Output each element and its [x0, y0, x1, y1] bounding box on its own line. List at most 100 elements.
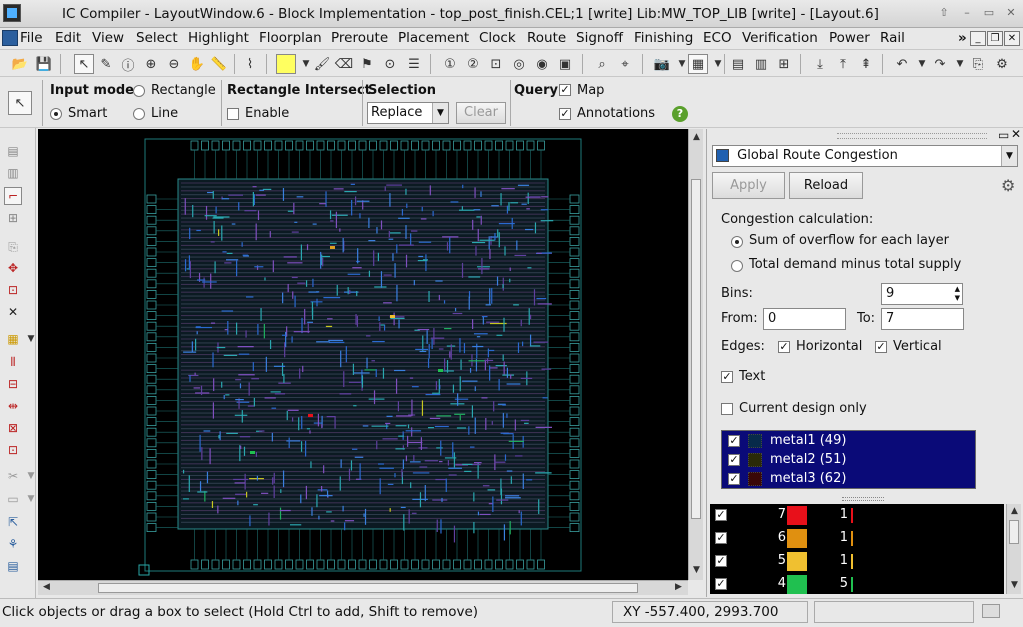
menu-verification[interactable]: Verification	[742, 30, 818, 46]
undo-dropdown-icon[interactable]: ▼	[912, 54, 932, 74]
gear-icon[interactable]: ⚙	[1001, 176, 1015, 195]
zoom-fit-icon[interactable]: ⊡	[486, 54, 506, 74]
smart-radio[interactable]	[50, 108, 62, 120]
menu-view[interactable]: View	[92, 30, 124, 46]
current-design-checkbox[interactable]	[721, 403, 733, 415]
reload-button[interactable]: Reload	[789, 172, 863, 199]
scroll-right-icon[interactable]: ▶	[672, 581, 685, 594]
panel-close-icon[interactable]: ✕	[1011, 127, 1021, 141]
menu-signoff[interactable]: Signoff	[576, 30, 623, 46]
zoom-out-icon[interactable]: ⊖	[164, 54, 184, 74]
grid-icon[interactable]: ⊞	[4, 209, 22, 227]
vertical-scroll-thumb[interactable]	[691, 179, 701, 519]
move-icon[interactable]: ✥	[4, 259, 22, 277]
scroll-left-icon[interactable]: ◀	[40, 581, 53, 594]
zoom-prev-icon[interactable]: ◉	[532, 54, 552, 74]
layout-canvas[interactable]	[38, 129, 688, 580]
menu-highlight[interactable]: Highlight	[188, 30, 249, 46]
scroll-down-icon[interactable]: ▼	[1008, 579, 1021, 592]
menu-edit[interactable]: Edit	[55, 30, 81, 46]
target-icon[interactable]: ⊙	[380, 54, 400, 74]
erase-highlight-icon[interactable]: ⌫	[334, 54, 354, 74]
map-checkbox[interactable]: ✓	[559, 84, 571, 96]
canvas-horizontal-scrollbar[interactable]: ◀ ▶	[38, 580, 688, 595]
help-icon[interactable]: ?	[672, 106, 688, 122]
save-icon[interactable]: 💾	[34, 54, 54, 74]
color-menu-icon[interactable]: ▦	[4, 330, 22, 348]
locate-icon[interactable]: ⌖	[615, 54, 635, 74]
align-icon[interactable]: ⊟	[4, 375, 22, 393]
annotations-checkbox[interactable]: ✓	[559, 108, 571, 120]
maximize-button[interactable]: ▭	[981, 5, 997, 21]
mdi-minimize-icon[interactable]: _	[970, 31, 986, 46]
shade-button[interactable]: ⇧	[936, 5, 952, 21]
enable-checkbox[interactable]	[227, 108, 239, 120]
horizontal-checkbox[interactable]: ✓	[778, 341, 790, 353]
layer-row-metal3[interactable]: ✓ metal3 (62)	[728, 471, 846, 490]
redo-icon[interactable]: ↷	[930, 54, 950, 74]
rectangle-icon[interactable]: ▭	[4, 490, 22, 508]
tree-icon[interactable]: ⚘	[4, 535, 22, 553]
minimize-button[interactable]: –	[959, 5, 975, 21]
split-icon[interactable]: ⫴	[4, 353, 22, 371]
push-icon[interactable]: ⇞	[856, 54, 876, 74]
bin-row-5[interactable]: ✓ 5 1	[710, 550, 1004, 573]
bin-scroll-thumb[interactable]	[1009, 520, 1019, 544]
to-input[interactable]: 7	[881, 308, 964, 330]
copy-icon[interactable]: ⎘	[4, 238, 22, 256]
search-icon[interactable]: ⌕	[592, 54, 612, 74]
view-mode-1-icon[interactable]: ①	[440, 54, 460, 74]
panel-drag-handle[interactable]	[837, 133, 987, 139]
highlight-list-icon[interactable]: ☰	[404, 54, 424, 74]
move-up-icon[interactable]: ⤒	[833, 54, 853, 74]
netlist-icon[interactable]: ⊞	[774, 54, 794, 74]
sum-overflow-radio[interactable]	[731, 236, 743, 248]
redo-dropdown-icon[interactable]: ▼	[950, 54, 970, 74]
menu-placement[interactable]: Placement	[398, 30, 469, 46]
from-input[interactable]: 0	[763, 308, 846, 330]
bins-input[interactable]: 9 ▲ ▼	[881, 283, 963, 305]
scroll-up-icon[interactable]: ▲	[690, 131, 703, 144]
horizontal-scroll-thumb[interactable]	[98, 583, 638, 593]
bin-row-4[interactable]: ✓ 4 5	[710, 573, 1004, 596]
mdi-close-icon[interactable]: ✕	[1004, 31, 1020, 46]
camera-icon[interactable]: 📷	[652, 54, 672, 74]
panel-float-icon[interactable]: ▭	[998, 128, 1009, 142]
bin-row-7[interactable]: ✓ 7 1	[710, 504, 1004, 527]
menu-eco[interactable]: ECO	[703, 30, 732, 46]
layer-row-metal1[interactable]: ✓ metal1 (49)	[728, 433, 846, 452]
brush-icon[interactable]: 🖌	[312, 54, 332, 74]
select-pointer-icon[interactable]: ↖	[74, 54, 94, 74]
canvas-vertical-scrollbar[interactable]: ▲ ▼	[688, 129, 703, 580]
delete-icon[interactable]: ✕	[4, 303, 22, 321]
bin-checkbox[interactable]: ✓	[715, 532, 727, 544]
distribute-icon[interactable]: ⊠	[4, 419, 22, 437]
layers-icon[interactable]: ▥	[751, 54, 771, 74]
splitter-handle[interactable]	[842, 497, 884, 501]
vertical-checkbox[interactable]: ✓	[875, 341, 887, 353]
menu-clock[interactable]: Clock	[479, 30, 516, 46]
stack-icon[interactable]: ▤	[4, 142, 22, 160]
menu-select[interactable]: Select	[136, 30, 178, 46]
info-icon[interactable]: ⓘ	[118, 54, 138, 74]
probe-icon[interactable]: ⌇	[240, 54, 260, 74]
scroll-up-icon[interactable]: ▲	[1008, 505, 1021, 518]
menu-finishing[interactable]: Finishing	[634, 30, 693, 46]
hierarchy-icon[interactable]: ▤	[728, 54, 748, 74]
line-radio[interactable]	[133, 108, 145, 120]
corner-icon[interactable]: ⌐	[4, 187, 22, 205]
open-folder-icon[interactable]: 📂	[10, 54, 30, 74]
mdi-restore-icon[interactable]: ❐	[987, 31, 1003, 46]
cut-icon[interactable]: ✂	[4, 467, 22, 485]
refresh-view-icon[interactable]: ▣	[555, 54, 575, 74]
menu-preroute[interactable]: Preroute	[331, 30, 388, 46]
spin-arrows-icon[interactable]: ▲ ▼	[955, 285, 960, 303]
highlight-color-icon[interactable]	[276, 54, 296, 74]
ruler-icon[interactable]: 📏	[209, 54, 229, 74]
scroll-down-icon[interactable]: ▼	[690, 564, 703, 577]
preferences-icon[interactable]: ⚙	[992, 54, 1012, 74]
view-mode-2-icon[interactable]: ②	[463, 54, 483, 74]
menu-route[interactable]: Route	[527, 30, 566, 46]
expand-icon[interactable]: ⇱	[4, 513, 22, 531]
color-flag-icon[interactable]: ⚑	[357, 54, 377, 74]
